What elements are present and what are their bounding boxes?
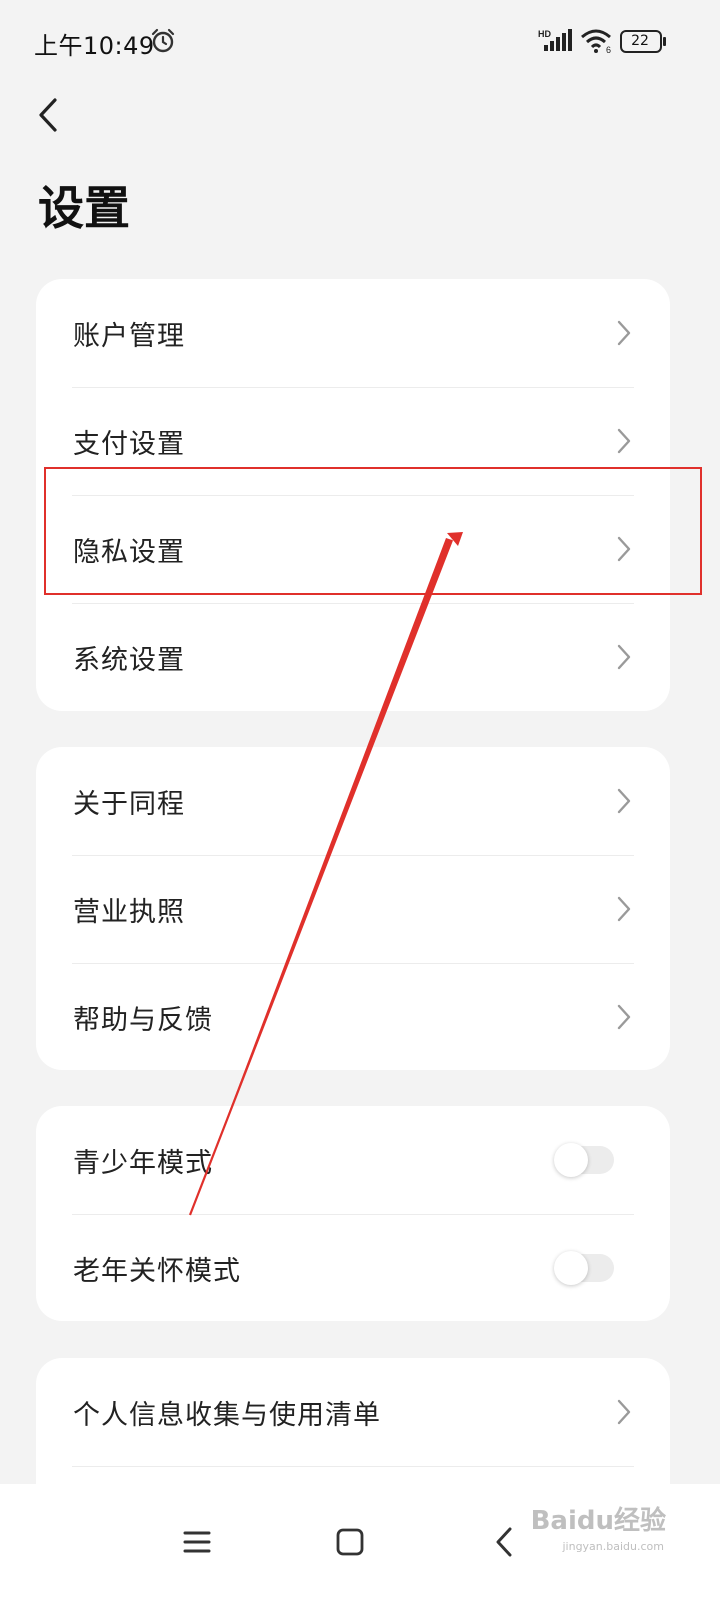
settings-item-label: 帮助与反馈: [73, 1004, 213, 1036]
chevron-right-icon: [617, 788, 631, 814]
settings-item-help-feedback[interactable]: 帮助与反馈: [36, 963, 670, 1071]
watermark-url: jingyan.baidu.com: [562, 1540, 664, 1553]
home-square-icon: [336, 1528, 364, 1556]
settings-group-about: 关于同程 营业执照 帮助与反馈: [36, 747, 670, 1070]
teen-mode-toggle[interactable]: [554, 1143, 614, 1177]
home-button[interactable]: [318, 1510, 382, 1574]
watermark: Baidu经验: [530, 1506, 666, 1536]
chevron-right-icon: [617, 1004, 631, 1030]
back-triangle-icon: [496, 1527, 512, 1557]
alarm-icon: [151, 28, 175, 53]
settings-item-account-management[interactable]: 账户管理: [36, 279, 670, 387]
settings-item-label: 老年关怀模式: [73, 1255, 241, 1287]
toggle-knob: [554, 1251, 588, 1285]
chevron-right-icon: [617, 536, 631, 562]
settings-item-payment[interactable]: 支付设置: [36, 387, 670, 495]
settings-item-elderly-mode: 老年关怀模式: [36, 1214, 670, 1322]
settings-item-about[interactable]: 关于同程: [36, 747, 670, 855]
chevron-right-icon: [617, 320, 631, 346]
settings-item-label: 个人信息收集与使用清单: [73, 1399, 381, 1431]
settings-item-business-license[interactable]: 营业执照: [36, 855, 670, 963]
settings-item-system[interactable]: 系统设置: [36, 603, 670, 711]
settings-item-label: 支付设置: [73, 428, 185, 460]
signal-icon: HD: [538, 29, 572, 51]
battery-level: 22: [631, 33, 649, 49]
elderly-mode-toggle[interactable]: [554, 1251, 614, 1285]
settings-item-label: 隐私设置: [73, 536, 185, 568]
settings-group-account: 账户管理 支付设置 隐私设置 系统设置: [36, 279, 670, 711]
network-label: HD: [538, 29, 551, 39]
settings-item-label: 青少年模式: [73, 1147, 213, 1179]
settings-item-teen-mode: 青少年模式: [36, 1106, 670, 1214]
settings-item-label: 营业执照: [73, 896, 185, 928]
settings-item-label: 关于同程: [73, 788, 185, 820]
chevron-right-icon: [617, 428, 631, 454]
settings-group-modes: 青少年模式 老年关怀模式: [36, 1106, 670, 1321]
chevron-right-icon: [617, 896, 631, 922]
battery-icon: 22: [620, 30, 668, 54]
toggle-knob: [554, 1143, 588, 1177]
status-time: 上午10:49: [34, 32, 155, 60]
settings-item-privacy[interactable]: 隐私设置: [36, 495, 670, 603]
status-bar: 上午10:49 HD 6 22: [0, 0, 720, 84]
back-arrow-icon: [39, 98, 57, 132]
menu-button[interactable]: [165, 1510, 229, 1574]
page-title: 设置: [38, 181, 130, 235]
nav-back-button[interactable]: [472, 1510, 536, 1574]
settings-item-label: 系统设置: [73, 644, 185, 676]
svg-text:6: 6: [606, 45, 611, 54]
settings-item-label: 账户管理: [73, 320, 185, 352]
back-button[interactable]: [26, 88, 70, 142]
chevron-right-icon: [617, 1399, 631, 1425]
wifi-icon: 6: [581, 29, 611, 54]
menu-icon: [183, 1531, 211, 1553]
settings-item-personal-info-list[interactable]: 个人信息收集与使用清单: [36, 1358, 670, 1466]
chevron-right-icon: [617, 644, 631, 670]
